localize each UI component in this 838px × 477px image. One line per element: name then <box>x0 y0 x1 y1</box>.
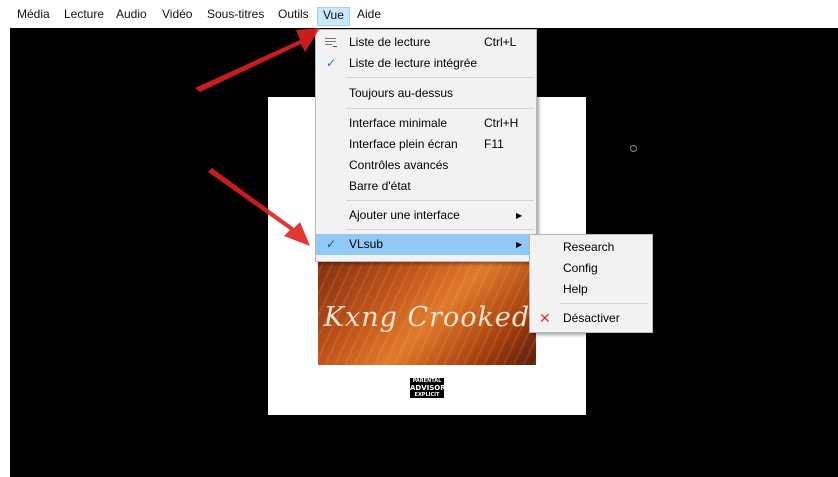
menu-separator <box>346 108 534 109</box>
menu-item-minimal-interface[interactable]: Interface minimale Ctrl+H <box>316 113 536 134</box>
submenu-item-config[interactable]: Config <box>530 258 652 279</box>
menu-media[interactable]: Média <box>12 6 55 24</box>
close-icon: ✕ <box>539 310 551 326</box>
chevron-right-icon: ▶ <box>516 240 523 249</box>
menu-video[interactable]: Vidéo <box>157 6 197 24</box>
menu-item-label: Liste de lecture <box>349 35 431 49</box>
menu-lecture[interactable]: Lecture <box>59 6 109 24</box>
playlist-icon <box>325 37 337 48</box>
submenu-item-help[interactable]: Help <box>530 279 652 300</box>
menu-item-vlsub[interactable]: ✓ VLsub ▶ <box>316 234 536 255</box>
artwork-title: Kxng Crooked <box>323 302 531 333</box>
menu-bar: Média Lecture Audio Vidéo Sous-titres Ou… <box>0 0 838 28</box>
menu-item-playlist[interactable]: Liste de lecture Ctrl+L <box>316 32 536 53</box>
menu-item-advanced-controls[interactable]: Contrôles avancés <box>316 155 536 176</box>
menu-item-fullscreen-interface[interactable]: Interface plein écran F11 <box>316 134 536 155</box>
menu-item-label: Désactiver <box>563 311 620 325</box>
menu-vue[interactable]: Vue <box>317 7 350 26</box>
vlsub-submenu: Research Config Help ✕ Désactiver <box>529 234 653 333</box>
shortcut-label: Ctrl+H <box>484 116 519 130</box>
menu-item-label: Research <box>563 240 615 254</box>
menu-separator <box>346 229 534 230</box>
menu-item-label: Interface plein écran <box>349 137 458 151</box>
menu-item-label: Help <box>563 282 588 296</box>
chevron-right-icon: ▶ <box>516 211 523 220</box>
parental-advisory-label: PARENTAL ADVISORY EXPLICIT CONTENT <box>410 378 451 404</box>
menu-item-label: Config <box>563 261 598 275</box>
menu-item-label: Interface minimale <box>349 116 448 130</box>
shortcut-label: F11 <box>484 137 504 151</box>
submenu-item-deactivate[interactable]: ✕ Désactiver <box>530 308 652 329</box>
menu-item-label: Contrôles avancés <box>349 158 449 172</box>
menu-item-label: Toujours au-dessus <box>349 86 454 100</box>
album-artwork: Kxng Crooked <box>318 250 536 365</box>
submenu-item-research[interactable]: Research <box>530 237 652 258</box>
shortcut-label: Ctrl+L <box>484 35 517 49</box>
advisory-line-2: ADVISORY <box>410 384 451 392</box>
menu-separator <box>346 200 534 201</box>
menu-item-always-on-top[interactable]: Toujours au-dessus <box>316 83 536 104</box>
mouse-cursor-icon <box>630 145 637 152</box>
menu-item-status-bar[interactable]: Barre d'état <box>316 176 536 197</box>
menu-sous-titres[interactable]: Sous-titres <box>202 6 269 24</box>
menu-outils[interactable]: Outils <box>273 6 314 24</box>
menu-separator <box>560 303 648 304</box>
checkmark-icon: ✓ <box>326 237 337 251</box>
menu-item-add-interface[interactable]: Ajouter une interface ▶ <box>316 205 536 226</box>
menu-item-label: VLsub <box>349 237 384 251</box>
menu-item-label: Liste de lecture intégrée <box>349 56 478 70</box>
menu-item-label: Barre d'état <box>349 179 411 193</box>
menu-item-label: Ajouter une interface <box>349 208 460 222</box>
advisory-line-3: EXPLICIT CONTENT <box>413 392 441 404</box>
menu-item-docked-playlist[interactable]: ✓ Liste de lecture intégrée <box>316 53 536 74</box>
vue-dropdown-menu: Liste de lecture Ctrl+L ✓ Liste de lectu… <box>315 29 537 262</box>
menu-aide[interactable]: Aide <box>352 6 386 24</box>
checkmark-icon: ✓ <box>326 56 337 70</box>
menu-separator <box>346 77 534 78</box>
menu-audio[interactable]: Audio <box>111 6 152 24</box>
